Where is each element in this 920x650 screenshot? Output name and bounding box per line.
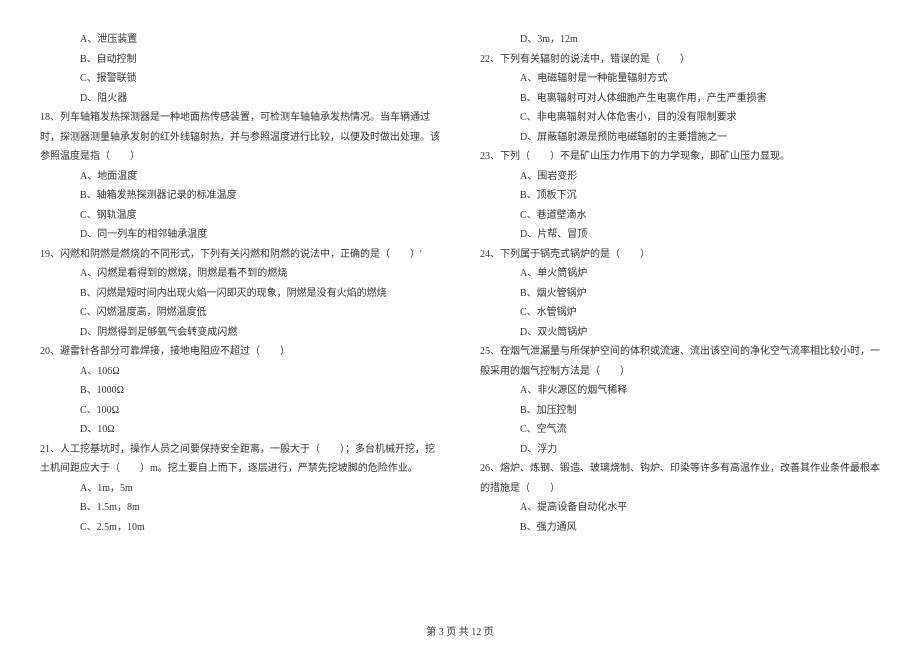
q23-option-d: D、片帮、冒顶 (480, 225, 880, 245)
q22-option-d: D、屏蔽辐射源是预防电磁辐射的主要措施之一 (480, 128, 880, 148)
q19-option-a: A、闪燃是看得到的燃烧，阴燃是看不到的燃烧 (40, 264, 440, 284)
q24-option-d: D、双火筒锅炉 (480, 323, 880, 343)
question-21: 21、人工挖基坑时，操作人员之间要保持安全距离，一般大于（ ）；多台机械开挖，挖… (40, 440, 440, 479)
question-19: 19、闪燃和阴燃是燃烧的不同形式，下列有关闪燃和阴燃的说法中，正确的是（ ）' (40, 245, 440, 265)
q19-option-c: C、闪燃温度高，阴燃温度低 (40, 303, 440, 323)
q22-option-a: A、电磁辐射是一种能量辐射方式 (480, 69, 880, 89)
q20-option-d: D、10Ω (40, 420, 440, 440)
option-c: C、报警联锁 (40, 69, 440, 89)
question-25: 25、在烟气泄漏量与所保护空间的体积或流速、流出该空间的净化空气流率相比较小时，… (480, 342, 880, 381)
q26-option-b: B、强力通风 (480, 518, 880, 538)
q21-option-a: A、1m，5m (40, 479, 440, 499)
question-20: 20、避雷针各部分可靠焊接，接地电阻应不超过（ ） (40, 342, 440, 362)
q21-option-b: B、1.5m，8m (40, 498, 440, 518)
q21-option-d: D、3m，12m (480, 30, 880, 50)
q18-option-a: A、地面温度 (40, 167, 440, 187)
q20-option-a: A、106Ω (40, 362, 440, 382)
q18-option-d: D、同一列车的相邻轴承温度 (40, 225, 440, 245)
left-column: A、泄压装置 B、自动控制 C、报警联锁 D、阻火器 18、列车轴箱发热探测器是… (40, 30, 460, 590)
q24-option-c: C、水管锅炉 (480, 303, 880, 323)
question-22: 22、下列有关辐射的说法中，错误的是（ ） (480, 50, 880, 70)
question-23: 23、下列（ ）不是矿山压力作用下的力学现象，即矿山压力显现。 (480, 147, 880, 167)
page-content: A、泄压装置 B、自动控制 C、报警联锁 D、阻火器 18、列车轴箱发热探测器是… (0, 0, 920, 610)
question-26: 26、熔炉、炼钢、锻造、玻璃烧制、钩炉、印染等许多有高温作业，改善其作业条件最根… (480, 459, 880, 498)
q19-option-d: D、阴燃得到足够氧气会转变成闪燃 (40, 323, 440, 343)
option-a: A、泄压装置 (40, 30, 440, 50)
q18-option-b: B、轴箱发热探测器记录的标准温度 (40, 186, 440, 206)
q22-option-b: B、电离辐射可对人体细胞产生电离作用，产生严重损害 (480, 89, 880, 109)
q20-option-b: B、1000Ω (40, 381, 440, 401)
q22-option-c: C、非电离辐射对人体危害小，目的没有限制要求 (480, 108, 880, 128)
q25-option-b: B、加压控制 (480, 401, 880, 421)
q23-option-a: A、围岩变形 (480, 167, 880, 187)
q18-option-c: C、钢轨温度 (40, 206, 440, 226)
question-18: 18、列车轴箱发热探测器是一种地面热传感装置，可检测车轴轴承发热情况。当车辆通过… (40, 108, 440, 167)
q21-option-c: C、2.5m，10m (40, 518, 440, 538)
right-column: D、3m，12m 22、下列有关辐射的说法中，错误的是（ ） A、电磁辐射是一种… (460, 30, 880, 590)
q24-option-b: B、烟火管锅炉 (480, 284, 880, 304)
q24-option-a: A、单火筒锅炉 (480, 264, 880, 284)
option-b: B、自动控制 (40, 50, 440, 70)
q25-option-d: D、浮力 (480, 440, 880, 460)
q19-option-b: B、闪燃是短时间内出现火焰一闪即灭的现象，阴燃是没有火焰的燃烧 (40, 284, 440, 304)
question-24: 24、下列属于锅壳式锅炉的是（ ） (480, 245, 880, 265)
q25-option-a: A、非火源区的烟气稀释 (480, 381, 880, 401)
page-footer: 第 3 页 共 12 页 (0, 623, 920, 638)
q20-option-c: C、100Ω (40, 401, 440, 421)
q23-option-c: C、巷道壁滴水 (480, 206, 880, 226)
q26-option-a: A、提高设备自动化水平 (480, 498, 880, 518)
q23-option-b: B、顶板下沉 (480, 186, 880, 206)
q25-option-c: C、空气流 (480, 420, 880, 440)
option-d: D、阻火器 (40, 89, 440, 109)
